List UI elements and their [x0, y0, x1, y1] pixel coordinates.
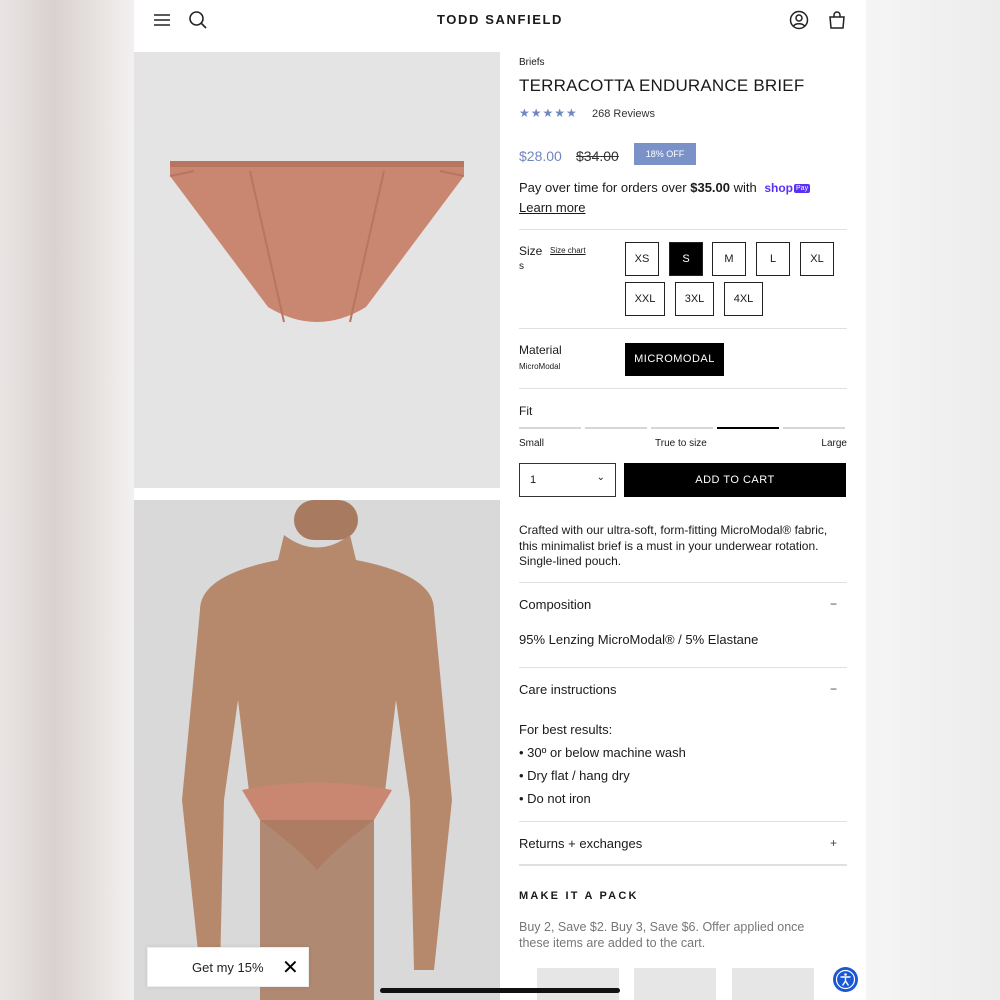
divider: [519, 864, 847, 866]
fit-true-label: True to size: [655, 438, 707, 449]
size-option-xs[interactable]: XS: [625, 242, 659, 276]
divider: [519, 388, 847, 389]
background-right: [866, 0, 1000, 1000]
fit-segment: [651, 427, 713, 429]
pack-product-thumbnail[interactable]: [732, 968, 814, 1000]
size-option-l[interactable]: L: [756, 242, 790, 276]
quantity-select[interactable]: 1 ⌄: [519, 463, 616, 497]
returns-accordion-header[interactable]: Returns + exchanges +: [519, 836, 847, 851]
installment-amount: $35.00: [690, 180, 730, 195]
discount-popup[interactable]: Get my 15% ✕: [147, 947, 309, 987]
add-to-cart-button[interactable]: ADD TO CART: [624, 463, 846, 497]
divider: [519, 229, 847, 230]
site-header: TODD SANFIELD: [134, 0, 866, 48]
fit-segment: [519, 427, 581, 429]
home-indicator: [380, 988, 620, 993]
composition-value: 95% Lenzing MicroModal® / 5% Elastane: [519, 632, 759, 647]
breadcrumb[interactable]: Briefs: [519, 57, 545, 68]
size-option-xl[interactable]: XL: [800, 242, 834, 276]
background-left: [0, 0, 134, 1000]
model-illustration: [182, 500, 452, 1000]
accessibility-icon: [835, 969, 856, 990]
discount-popup-text[interactable]: Get my 15%: [192, 960, 264, 975]
installment-prefix: Pay over time for orders over: [519, 180, 691, 195]
shop-pay-tag: Pay: [794, 184, 811, 194]
installment-text: Pay over time for orders over $35.00 wit…: [519, 180, 811, 195]
shop-pay-logo: shop: [764, 181, 794, 195]
product-image-flat[interactable]: [134, 52, 500, 488]
product-title: TERRACOTTA ENDURANCE BRIEF: [519, 76, 805, 95]
pack-product-thumbnail[interactable]: [634, 968, 716, 1000]
care-accordion-header[interactable]: Care instructions −: [519, 682, 847, 697]
brief-illustration: [169, 161, 465, 323]
minus-icon: −: [829, 597, 837, 611]
pack-title: MAKE IT A PACK: [519, 890, 639, 902]
size-option-4xl[interactable]: 4XL: [724, 282, 763, 316]
divider: [519, 667, 847, 668]
brand-logo[interactable]: TODD SANFIELD: [134, 12, 866, 27]
care-line: • Do not iron: [519, 791, 591, 806]
discount-badge: 18% OFF: [634, 143, 696, 165]
fit-indicator-active: [717, 427, 779, 429]
care-line: • 30º or below machine wash: [519, 745, 686, 760]
fit-small-label: Small: [519, 438, 545, 449]
size-option-s[interactable]: S: [669, 242, 703, 276]
size-selected-value: s: [519, 261, 524, 272]
plus-icon: +: [829, 836, 837, 850]
pack-product-thumbnail[interactable]: [537, 968, 619, 1000]
product-page: TODD SANFIELD Briefs TERRACOTTA ENDURANC…: [134, 0, 866, 1000]
product-description: Crafted with our ultra-soft, form-fittin…: [519, 523, 828, 568]
care-line: For best results:: [519, 722, 613, 737]
size-option-xxl[interactable]: XXL: [625, 282, 665, 316]
installment-with: with: [730, 180, 761, 195]
material-selected-value: MicroModal: [519, 362, 561, 371]
material-option-micromodal[interactable]: MICROMODAL: [625, 343, 724, 376]
account-icon[interactable]: [789, 10, 809, 30]
care-label: Care instructions: [519, 682, 617, 697]
composition-label: Composition: [519, 597, 592, 612]
material-label: Material: [519, 343, 562, 357]
fit-label: Fit: [519, 404, 533, 418]
rating-stars-icon[interactable]: ★★★★★: [519, 106, 578, 120]
reviews-count[interactable]: 268 Reviews: [592, 108, 655, 120]
product-image-model[interactable]: [134, 500, 500, 1000]
chevron-down-icon: ⌄: [596, 472, 605, 483]
divider: [519, 328, 847, 329]
size-label: Size: [519, 244, 543, 258]
size-option-m[interactable]: M: [712, 242, 746, 276]
divider: [519, 821, 847, 822]
size-chart-link[interactable]: Size chart: [550, 246, 586, 255]
returns-label: Returns + exchanges: [519, 836, 643, 851]
cart-icon[interactable]: [827, 10, 847, 30]
divider: [519, 582, 847, 583]
fit-large-label: Large: [821, 438, 847, 449]
quantity-value: 1: [530, 474, 537, 486]
care-instructions: For best results: • 30º or below machine…: [519, 718, 686, 810]
learn-more-link[interactable]: Learn more: [519, 200, 585, 215]
minus-icon: −: [829, 682, 837, 696]
fit-segment: [585, 427, 647, 429]
size-option-3xl[interactable]: 3XL: [675, 282, 714, 316]
care-line: • Dry flat / hang dry: [519, 768, 630, 783]
composition-accordion-header[interactable]: Composition −: [519, 597, 847, 612]
sale-price: $28.00: [519, 148, 562, 164]
close-icon[interactable]: ✕: [282, 955, 299, 980]
accessibility-button[interactable]: [833, 967, 858, 992]
original-price: $34.00: [576, 148, 619, 164]
pack-description: Buy 2, Save $2. Buy 3, Save $6. Offer ap…: [519, 920, 805, 950]
fit-segment: [783, 427, 845, 429]
